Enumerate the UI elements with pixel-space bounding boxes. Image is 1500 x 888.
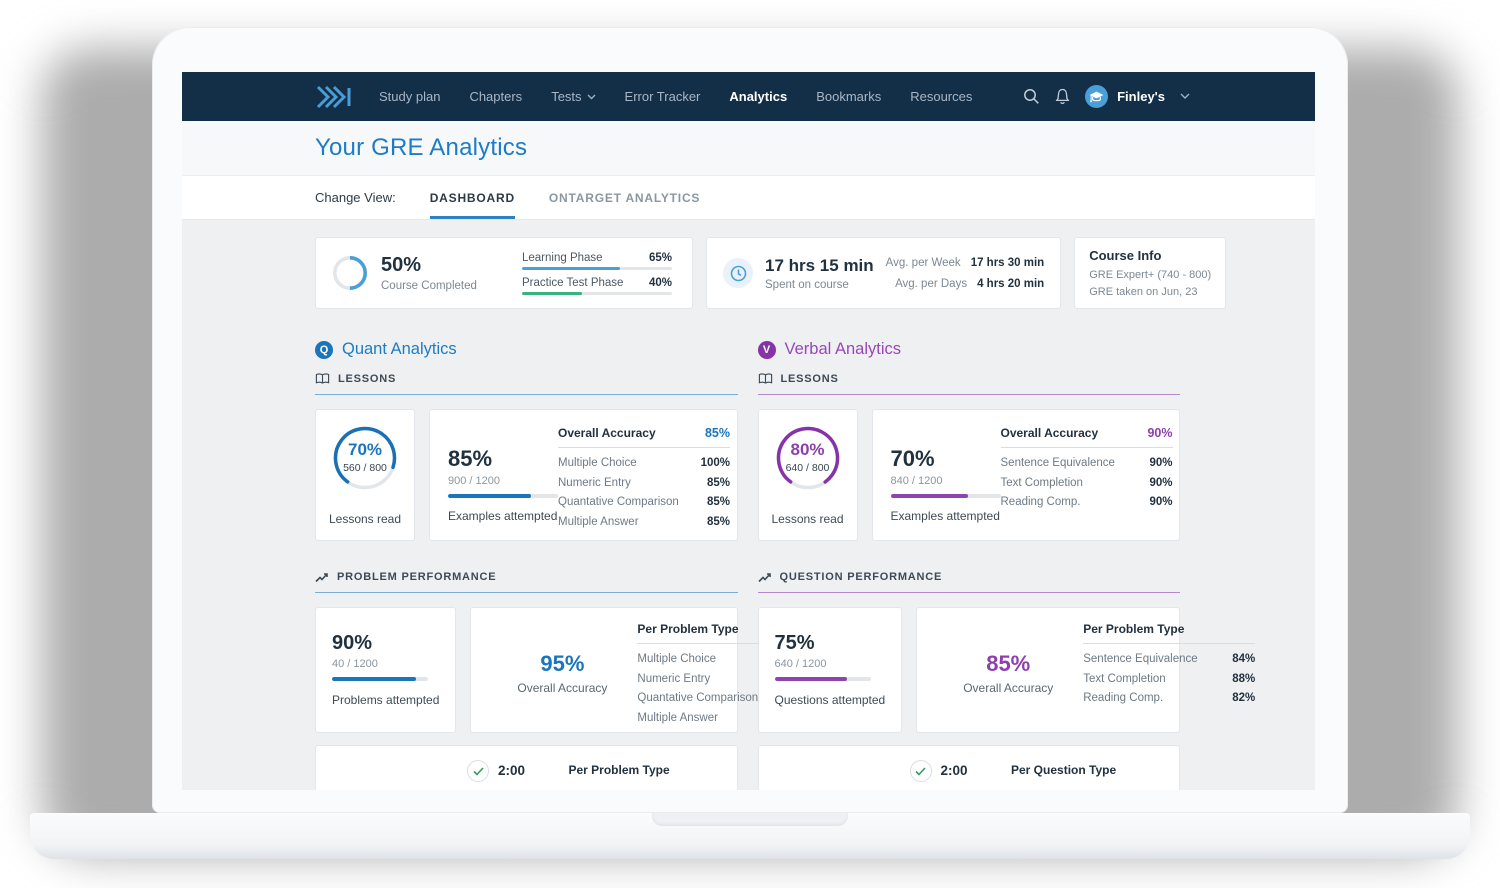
trend-up-icon bbox=[315, 572, 329, 583]
table-row: Sentence Equivalence90% bbox=[1001, 457, 1173, 469]
table-row: Text Completion88% bbox=[1083, 673, 1255, 685]
table-row: Multiple Answer85% bbox=[558, 516, 730, 528]
phase-row-learning: Learning Phase65% bbox=[522, 252, 672, 270]
quant-timing-card: 2:00 Per Problem Type bbox=[315, 745, 738, 790]
quant-examples-bar bbox=[448, 494, 558, 498]
table-row: Sentence Equivalence84% bbox=[1083, 653, 1255, 665]
table-row: Text Completion90% bbox=[1001, 477, 1173, 489]
course-completed-label: Course Completed bbox=[381, 280, 477, 292]
verbal-section-title: Verbal Analytics bbox=[785, 340, 901, 359]
course-info-line-1: GRE Expert+ (740 - 800) bbox=[1089, 267, 1211, 284]
quant-lessons-donut-chart: 70% 560 / 800 bbox=[331, 424, 399, 492]
averages-list: Avg. per Week17 hrs 30 min Avg. per Days… bbox=[886, 257, 1045, 290]
verbal-accuracy-table: Overall Accuracy90% Sentence Equivalence… bbox=[1001, 426, 1173, 524]
trend-up-icon bbox=[758, 572, 772, 583]
brand-logo-icon[interactable] bbox=[315, 83, 353, 111]
verbal-analytics-column: V Verbal Analytics LESSONS bbox=[758, 340, 1181, 790]
view-switcher: Change View: DASHBOARD ONTARGET ANALYTIC… bbox=[182, 176, 1315, 220]
book-icon bbox=[758, 372, 773, 385]
verbal-timing-card: 2:00 Per Question Type bbox=[758, 745, 1181, 790]
quant-accuracy-table: Overall Accuracy85% Multiple Choice100% … bbox=[558, 426, 730, 524]
quant-timing-table-heading: Per Problem Type bbox=[569, 758, 721, 790]
page-header: Your GRE Analytics bbox=[182, 121, 1315, 176]
time-spent-label: Spent on course bbox=[765, 279, 874, 291]
verbal-avg-time-value: 2:00 bbox=[941, 763, 968, 778]
tab-dashboard[interactable]: DASHBOARD bbox=[430, 176, 515, 219]
user-menu-chevron-icon[interactable] bbox=[1180, 93, 1190, 100]
nav-item-error-tracker[interactable]: Error Tracker bbox=[625, 89, 701, 104]
laptop-base bbox=[30, 813, 1470, 859]
table-row: Multiple Choice100% bbox=[558, 457, 730, 469]
quant-lessons-heading: LESSONS bbox=[315, 372, 738, 395]
top-navbar: Study plan Chapters Tests Error Tracker … bbox=[182, 72, 1315, 121]
tab-ontarget-analytics[interactable]: ONTARGET ANALYTICS bbox=[549, 176, 700, 219]
phase-progress-list: Learning Phase65% Practice Test Phase40% bbox=[522, 252, 672, 295]
time-spent-card: 17 hrs 15 min Spent on course Avg. per W… bbox=[706, 237, 1061, 309]
course-info-card: Course Info GRE Expert+ (740 - 800) GRE … bbox=[1074, 237, 1226, 309]
quant-performance-heading: PROBLEM PERFORMANCE bbox=[315, 571, 738, 593]
verbal-timing-table-heading: Per Question Type bbox=[1011, 758, 1163, 790]
table-row: Reading Comp.90% bbox=[1001, 496, 1173, 508]
phase-row-practice: Practice Test Phase40% bbox=[522, 277, 672, 295]
verbal-lessons-donut-chart: 80% 640 / 800 bbox=[774, 424, 842, 492]
quant-badge: Q bbox=[315, 341, 333, 359]
table-row: Numeric Entry85% bbox=[558, 477, 730, 489]
laptop-mockup: Study plan Chapters Tests Error Tracker … bbox=[0, 0, 1500, 888]
verbal-lessons-heading: LESSONS bbox=[758, 372, 1181, 395]
quant-examples-card: 85% 900 / 1200 Examples attempted Overal… bbox=[429, 409, 738, 541]
laptop-body: Study plan Chapters Tests Error Tracker … bbox=[152, 27, 1348, 813]
quant-avg-time-value: 2:00 bbox=[498, 763, 525, 778]
chevron-down-icon bbox=[587, 94, 596, 100]
verbal-question-accuracy-card: 85% Overall Accuracy Per Problem Type Se… bbox=[916, 607, 1180, 733]
check-circle-icon bbox=[467, 760, 489, 782]
clock-icon bbox=[723, 258, 753, 288]
nav-item-tests[interactable]: Tests bbox=[551, 89, 595, 104]
quant-problems-attempted-card: 90% 40 / 1200 Problems attempted bbox=[315, 607, 456, 733]
nav-item-analytics[interactable]: Analytics bbox=[729, 89, 787, 104]
verbal-performance-heading: QUESTION PERFORMANCE bbox=[758, 571, 1181, 593]
laptop-notch bbox=[652, 813, 848, 826]
completion-ring-chart bbox=[332, 255, 368, 291]
check-circle-icon bbox=[910, 760, 932, 782]
table-row: Quantative Comparison85% bbox=[558, 496, 730, 508]
course-info-title: Course Info bbox=[1089, 248, 1211, 263]
verbal-per-problem-type-table: Per Problem Type Sentence Equivalence84%… bbox=[1083, 622, 1255, 718]
nav-item-chapters[interactable]: Chapters bbox=[469, 89, 522, 104]
nav-item-study-plan[interactable]: Study plan bbox=[379, 89, 440, 104]
graduation-cap-icon bbox=[1088, 90, 1105, 104]
change-view-label: Change View: bbox=[315, 190, 396, 205]
quant-problem-accuracy-card: 95% Overall Accuracy Per Problem Type Mu… bbox=[470, 607, 737, 733]
course-info-line-2: GRE taken on Jun, 23 bbox=[1089, 284, 1211, 301]
search-icon[interactable] bbox=[1023, 88, 1040, 105]
quant-section-title: Quant Analytics bbox=[342, 340, 457, 359]
app-screen: Study plan Chapters Tests Error Tracker … bbox=[182, 72, 1315, 790]
verbal-questions-attempted-card: 75% 640 / 1200 Questions attempted bbox=[758, 607, 903, 733]
table-row: Reading Comp.82% bbox=[1083, 692, 1255, 704]
verbal-examples-card: 70% 840 / 1200 Examples attempted Overal… bbox=[872, 409, 1181, 541]
quant-problems-bar bbox=[332, 677, 428, 681]
nav-menu: Study plan Chapters Tests Error Tracker … bbox=[379, 89, 972, 104]
nav-item-resources[interactable]: Resources bbox=[910, 89, 972, 104]
quant-lessons-read-card: 70% 560 / 800 Lessons read bbox=[315, 409, 415, 541]
notifications-bell-icon[interactable] bbox=[1055, 88, 1070, 105]
page-title: Your GRE Analytics bbox=[315, 134, 527, 162]
user-name[interactable]: Finley's bbox=[1117, 89, 1165, 104]
user-avatar[interactable] bbox=[1085, 85, 1108, 108]
practice-phase-bar bbox=[522, 292, 672, 295]
book-icon bbox=[315, 372, 330, 385]
summary-row: 50% Course Completed Learning Phase65% P… bbox=[315, 237, 1180, 309]
learning-phase-bar bbox=[522, 267, 672, 270]
course-completed-value: 50% bbox=[381, 254, 477, 277]
verbal-badge: V bbox=[758, 341, 776, 359]
verbal-questions-bar bbox=[775, 677, 871, 681]
course-completed-card: 50% Course Completed Learning Phase65% P… bbox=[315, 237, 693, 309]
verbal-lessons-read-card: 80% 640 / 800 Lessons read bbox=[758, 409, 858, 541]
quant-analytics-column: Q Quant Analytics LESSONS bbox=[315, 340, 738, 790]
time-spent-value: 17 hrs 15 min bbox=[765, 256, 874, 276]
nav-item-bookmarks[interactable]: Bookmarks bbox=[816, 89, 881, 104]
verbal-examples-bar bbox=[891, 494, 1001, 498]
